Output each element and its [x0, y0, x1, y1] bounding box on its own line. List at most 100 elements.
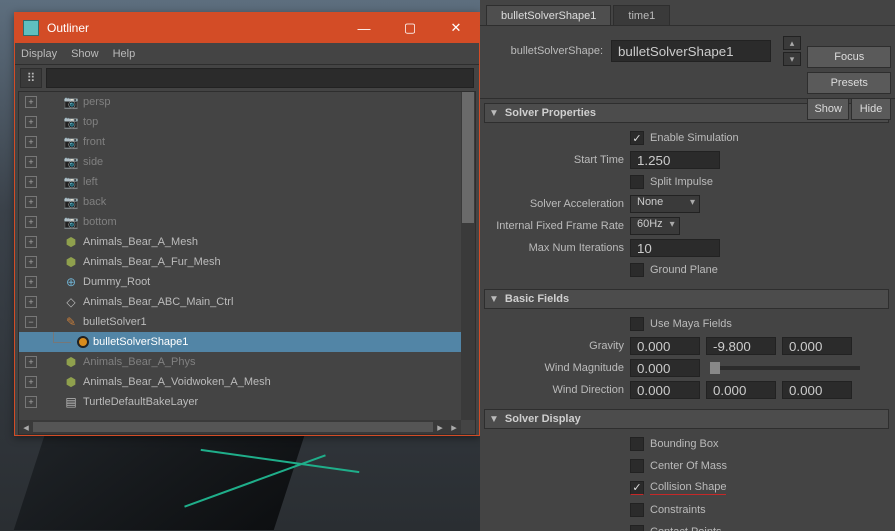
cam-icon: 📷	[63, 114, 79, 130]
expander-icon[interactable]: +	[25, 276, 37, 288]
expander-icon[interactable]: +	[25, 116, 37, 128]
constraints-label: Constraints	[650, 504, 706, 516]
expander-icon[interactable]: +	[25, 136, 37, 148]
expander-icon[interactable]: +	[25, 216, 37, 228]
outliner-item[interactable]: +📷back	[19, 192, 461, 212]
outliner-item[interactable]: +⊕Dummy_Root	[19, 272, 461, 292]
cam-icon: 📷	[63, 94, 79, 110]
focus-button[interactable]: Focus	[807, 46, 891, 68]
gravity-y-input[interactable]	[706, 337, 776, 355]
tab-bulletsolvershape1[interactable]: bulletSolverShape1	[486, 5, 611, 25]
nav-down-button[interactable]: ▾	[783, 52, 801, 66]
expander-icon[interactable]: +	[25, 296, 37, 308]
constraints-checkbox[interactable]	[630, 503, 644, 517]
outliner-item-label: back	[83, 196, 106, 208]
outliner-item-label: bulletSolverShape1	[93, 336, 188, 348]
center-of-mass-checkbox[interactable]	[630, 459, 644, 473]
outliner-item[interactable]: + 📷 top	[19, 112, 461, 132]
outliner-item-label: left	[83, 176, 98, 188]
expander-icon[interactable]: +	[25, 96, 37, 108]
outliner-window: Outliner — ▢ ✕ Display Show Help ⠿ +📷per…	[14, 12, 480, 436]
node-type-label: bulletSolverShape:	[488, 45, 603, 57]
wind-magnitude-slider[interactable]	[710, 366, 860, 370]
outliner-item[interactable]: +📷side	[19, 152, 461, 172]
outliner-item[interactable]: +◇Animals_Bear_ABC_Main_Ctrl	[19, 292, 461, 312]
max-iterations-input[interactable]	[630, 239, 720, 257]
frame-rate-dropdown[interactable]: 60Hz	[630, 217, 680, 235]
outliner-search-row: ⠿	[15, 65, 479, 91]
cam-icon: 📷	[63, 154, 79, 170]
outliner-titlebar[interactable]: Outliner — ▢ ✕	[15, 13, 479, 43]
outliner-item-label: TurtleDefaultBakeLayer	[83, 396, 198, 408]
section-basic-fields[interactable]: ▼ Basic Fields	[484, 289, 889, 309]
outliner-menubar: Display Show Help	[15, 43, 479, 65]
menu-display[interactable]: Display	[21, 48, 57, 60]
section-title: Solver Display	[505, 413, 581, 425]
expander-icon[interactable]: −	[25, 316, 37, 328]
expander-icon[interactable]: +	[25, 256, 37, 268]
outliner-item[interactable]: +⬢Animals_Bear_A_Voidwoken_A_Mesh	[19, 372, 461, 392]
attribute-sections[interactable]: ▼ Solver Properties Enable Simulation St…	[480, 98, 895, 531]
menu-help[interactable]: Help	[113, 48, 136, 60]
solver-acceleration-dropdown[interactable]: None	[630, 195, 700, 213]
outliner-vscrollbar[interactable]	[461, 92, 475, 420]
show-button[interactable]: Show	[807, 98, 849, 120]
outliner-item-label: Dummy_Root	[83, 276, 150, 288]
outliner-hscrollbar[interactable]: ◂▸▸	[19, 420, 461, 434]
outliner-item[interactable]: +▤TurtleDefaultBakeLayer	[19, 392, 461, 412]
gravity-x-input[interactable]	[630, 337, 700, 355]
outliner-item[interactable]: +📷persp	[19, 92, 461, 112]
minimize-button[interactable]: —	[341, 13, 387, 43]
outliner-item[interactable]: +📷front	[19, 132, 461, 152]
center-of-mass-label: Center Of Mass	[650, 460, 727, 472]
outliner-item[interactable]: +📷left	[19, 172, 461, 192]
nav-buttons: ▴ ▾	[783, 36, 801, 66]
hide-button[interactable]: Hide	[851, 98, 891, 120]
outliner-item-label: bottom	[83, 216, 117, 228]
outliner-item[interactable]: −✎bulletSolver1	[19, 312, 461, 332]
close-button[interactable]: ✕	[433, 13, 479, 43]
ground-plane-checkbox[interactable]	[630, 263, 644, 277]
expander-icon[interactable]: +	[25, 236, 37, 248]
outliner-item[interactable]: +⬢Animals_Bear_A_Phys	[19, 352, 461, 372]
enable-simulation-checkbox[interactable]	[630, 131, 644, 145]
filter-icon[interactable]: ⠿	[20, 68, 42, 88]
bounding-box-checkbox[interactable]	[630, 437, 644, 451]
expander-icon[interactable]: +	[25, 376, 37, 388]
outliner-item[interactable]: +📷bottom	[19, 212, 461, 232]
expander-icon[interactable]: +	[25, 196, 37, 208]
outliner-search-input[interactable]	[46, 68, 474, 88]
use-maya-fields-checkbox[interactable]	[630, 317, 644, 331]
outliner-item-label: front	[83, 136, 105, 148]
tab-time1[interactable]: time1	[613, 5, 670, 25]
section-solver-display[interactable]: ▼ Solver Display	[484, 409, 889, 429]
presets-button[interactable]: Presets	[807, 72, 891, 94]
tab-label: bulletSolverShape1	[501, 10, 596, 22]
collision-shape-checkbox[interactable]	[630, 481, 644, 495]
start-time-input[interactable]	[630, 151, 720, 169]
outliner-item[interactable]: +⬢Animals_Bear_A_Fur_Mesh	[19, 252, 461, 272]
gravity-z-input[interactable]	[782, 337, 852, 355]
wind-direction-y-input[interactable]	[706, 381, 776, 399]
wind-direction-z-input[interactable]	[782, 381, 852, 399]
expander-icon[interactable]: +	[25, 396, 37, 408]
expander-icon[interactable]: +	[25, 356, 37, 368]
contact-points-checkbox[interactable]	[630, 525, 644, 531]
wind-magnitude-input[interactable]	[630, 359, 700, 377]
outliner-item[interactable]: +⬢Animals_Bear_A_Mesh	[19, 232, 461, 252]
expander-icon[interactable]: +	[25, 176, 37, 188]
node-name-input[interactable]	[611, 40, 771, 62]
gravity-label: Gravity	[484, 340, 624, 352]
expander-icon[interactable]: +	[25, 156, 37, 168]
maya-icon	[23, 20, 39, 36]
wind-direction-x-input[interactable]	[630, 381, 700, 399]
outliner-tree-inner[interactable]: +📷persp+📷top+📷front+📷side+📷left+📷back+📷b…	[19, 92, 461, 420]
wind-direction-label: Wind Direction	[484, 384, 624, 396]
menu-show[interactable]: Show	[71, 48, 99, 60]
nav-up-button[interactable]: ▴	[783, 36, 801, 50]
maximize-button[interactable]: ▢	[387, 13, 433, 43]
solver-icon: ✎	[63, 314, 79, 330]
outliner-item[interactable]: bulletSolverShape1	[19, 332, 461, 352]
split-impulse-checkbox[interactable]	[630, 175, 644, 189]
outliner-item-label: top	[83, 116, 98, 128]
